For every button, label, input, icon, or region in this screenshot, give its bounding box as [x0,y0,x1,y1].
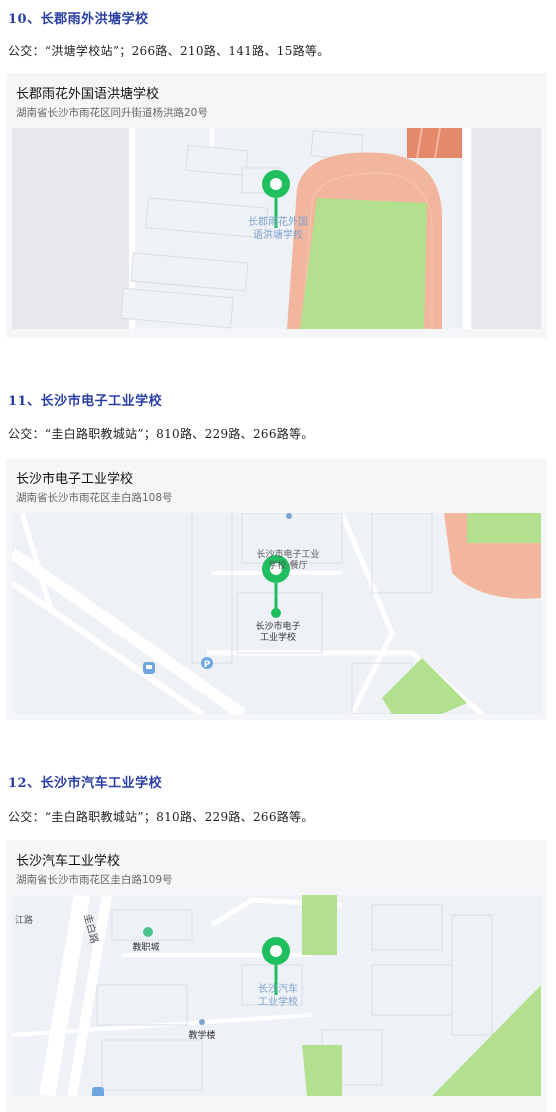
map-label-line2: 工业学校 [260,631,296,643]
edge-road-label: 江路 [15,914,33,926]
bus-stop-icon [92,1087,104,1096]
map-label-line2: 工业学校 [258,995,298,1008]
place-address: 湖南省长沙市雨花区圭白路109号 [16,874,173,886]
map-view[interactable]: 长郡雨花外国 语洪塘学校 [12,128,541,329]
map-label-line1: 长沙汽车 [258,982,298,995]
building-poi-icon [199,1019,205,1025]
map-card-12[interactable]: 长沙汽车工业学校 湖南省长沙市雨花区圭白路109号 长沙汽车 工业学校 圭白路 … [6,840,547,1112]
place-address: 湖南省长沙市雨花区同升街道杨洪路20号 [16,107,208,119]
map-card-10[interactable]: 长郡雨花外国语洪塘学校 湖南省长沙市雨花区同升街道杨洪路20号 长郡雨花外国 语… [6,73,547,338]
map-label-line2: 语洪塘学校 [253,228,303,241]
place-name: 长沙汽车工业学校 [16,854,121,869]
map-label-line1: 长沙市电子 [255,620,300,632]
map-label-line1: 长郡雨花外国 [248,215,308,228]
map-view[interactable]: 长沙市电子工业 学校-餐厅 长沙市电子 工业学校 P [12,513,541,714]
section-heading-12: 12、长沙市汽车工业学校 [8,776,163,791]
school-poi-icon [271,608,281,618]
poi-label-line1: 长沙市电子工业 [256,548,319,560]
bus-stop-icon [143,662,155,674]
restaurant-poi-icon [286,513,292,519]
bus-info-10: 公交：“洪塘学校站”；266路、210路、141路、15路等。 [8,44,330,58]
section-heading-10: 10、长郡雨外洪塘学校 [8,12,149,27]
poi-label-2: 教学楼 [188,1029,215,1041]
place-name: 长沙市电子工业学校 [16,472,134,487]
map-card-11[interactable]: 长沙市电子工业学校 湖南省长沙市雨花区圭白路108号 长沙市电子工业 学校-餐厅… [6,458,547,720]
place-name: 长郡雨花外国语洪塘学校 [16,87,160,102]
poi-label-line2: 学校-餐厅 [268,559,307,571]
map-view[interactable]: 长沙汽车 工业学校 圭白路 江路 教职城 教学楼 [12,895,541,1096]
school-poi-icon [143,927,153,937]
poi-label-1: 教职城 [132,941,159,953]
svg-text:P: P [204,660,211,670]
bus-info-12: 公交：“圭白路职教城站”；810路、229路、266路等。 [8,810,314,824]
place-address: 湖南省长沙市雨花区圭白路108号 [16,492,173,504]
section-heading-11: 11、长沙市电子工业学校 [8,394,163,409]
bus-info-11: 公交：“圭白路职教城站”；810路、229路、266路等。 [8,427,314,441]
